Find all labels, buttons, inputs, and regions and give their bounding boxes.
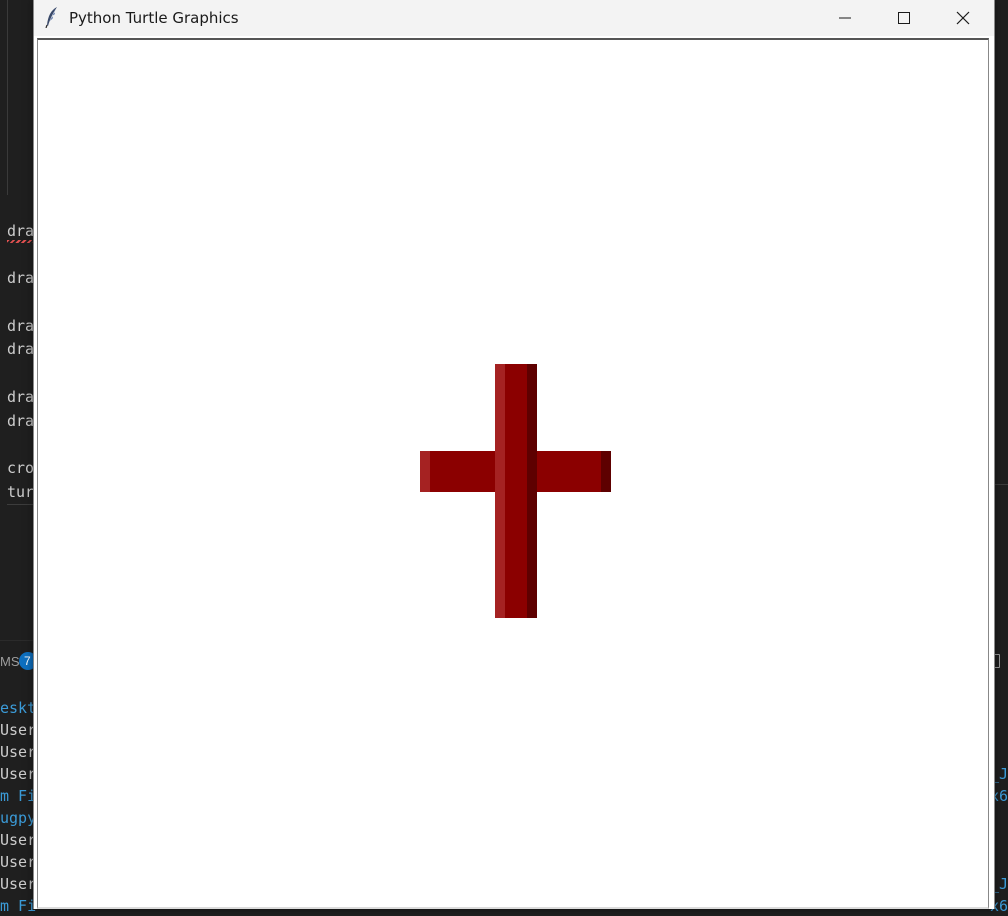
feather-icon: [45, 7, 57, 28]
cross-drawing: [420, 364, 611, 618]
current-line-highlight: [7, 504, 35, 505]
minimize-icon: [839, 17, 851, 19]
code-line[interactable]: tur: [7, 482, 34, 502]
terminal-line: m Fi: [0, 787, 37, 805]
cross-horizontal-highlight: [420, 451, 430, 492]
code-line[interactable]: dra: [7, 268, 34, 288]
code-line[interactable]: dra: [7, 339, 34, 359]
indent-guide: [7, 0, 8, 195]
error-squiggle: [7, 240, 33, 243]
code-line[interactable]: dra: [7, 411, 34, 431]
maximize-button[interactable]: [875, 0, 933, 36]
minimize-button[interactable]: [816, 0, 874, 36]
cross-horizontal-shadow: [601, 451, 611, 492]
problems-tab-label[interactable]: MS: [0, 654, 20, 669]
terminal-line: ugpy: [0, 809, 37, 827]
terminal-line: User: [0, 853, 37, 871]
close-button[interactable]: [934, 0, 992, 36]
terminal-line: User: [0, 831, 37, 849]
terminal-line: User: [0, 765, 37, 783]
cross-vertical-shadow: [527, 364, 537, 618]
terminal-line: User: [0, 743, 37, 761]
code-line[interactable]: dra: [7, 316, 34, 336]
terminal-line: m Fi: [0, 897, 37, 915]
terminal-line: User: [0, 721, 37, 739]
terminal-line: eskt: [0, 699, 37, 717]
turtle-canvas: [420, 364, 611, 618]
close-icon: [956, 11, 970, 25]
code-line[interactable]: dra: [7, 221, 34, 241]
turtle-window[interactable]: Python Turtle Graphics: [33, 0, 995, 909]
code-line[interactable]: cro: [7, 458, 34, 478]
window-title: Python Turtle Graphics: [69, 9, 239, 27]
maximize-icon: [898, 12, 910, 24]
cross-vertical-highlight: [495, 364, 505, 618]
code-line[interactable]: dra: [7, 387, 34, 407]
title-bar[interactable]: Python Turtle Graphics: [34, 0, 994, 36]
turtle-canvas-frame[interactable]: [37, 38, 989, 909]
terminal-line: User: [0, 875, 37, 893]
